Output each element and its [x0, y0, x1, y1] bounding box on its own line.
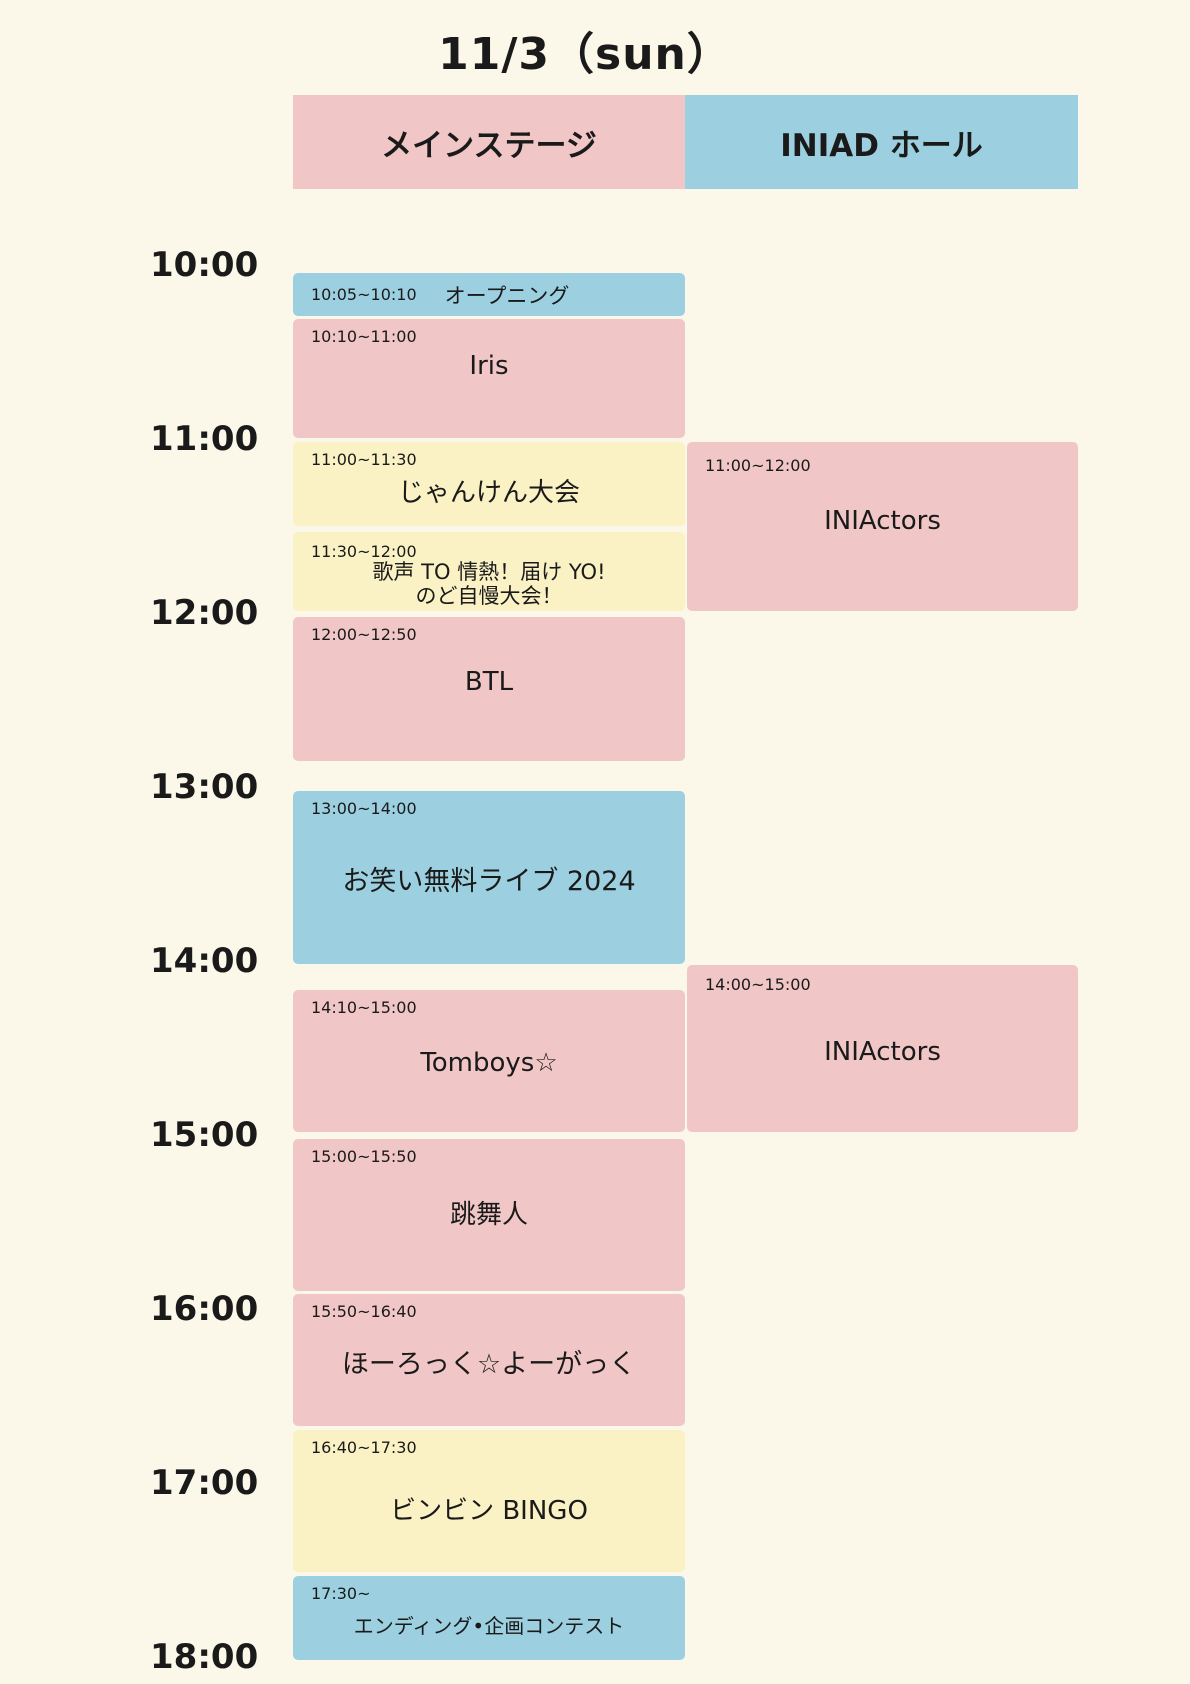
event-name: 跳舞人: [449, 1200, 528, 1230]
event-janken: 11:00~11:30 じゃんけん大会: [293, 442, 685, 526]
event-time: 12:00~12:50: [311, 625, 417, 644]
event-name: BTL: [464, 667, 514, 697]
event-time: 15:00~15:50: [311, 1147, 417, 1166]
event-name: エンディング•企画コンテスト: [353, 1614, 625, 1638]
stage-header-main: メインステージ: [293, 95, 685, 189]
hour-label: 12:00: [150, 593, 259, 633]
event-ending: 17:30~ エンディング•企画コンテスト: [293, 1576, 685, 1660]
hour-label: 13:00: [150, 767, 259, 807]
page-title: 11/3（sun）: [438, 29, 732, 80]
hour-label: 18:00: [150, 1637, 259, 1677]
event-iniactors-1: 11:00~12:00 INIActors: [687, 442, 1078, 611]
event-time: 11:00~11:30: [311, 450, 417, 469]
event-tomboys: 14:10~15:00 Tomboys☆: [293, 990, 685, 1132]
event-time: 11:30~12:00: [311, 542, 417, 561]
event-horokku: 15:50~16:40 ほーろっく☆よーがっく: [293, 1294, 685, 1426]
hour-label: 14:00: [150, 941, 259, 981]
event-name: INIActors: [824, 506, 941, 536]
hour-label: 17:00: [150, 1463, 259, 1503]
event-name: じゃんけん大会: [397, 478, 580, 508]
event-time: 14:10~15:00: [311, 998, 417, 1017]
hour-label: 16:00: [150, 1289, 259, 1329]
stage-header-iniad-hall: INIAD ホール: [685, 95, 1078, 189]
event-name: Tomboys☆: [420, 1048, 558, 1078]
event-time: 14:00~15:00: [705, 975, 811, 994]
event-iniactors-2: 14:00~15:00 INIActors: [687, 965, 1078, 1132]
hour-label: 15:00: [150, 1115, 259, 1155]
event-comedy-live: 13:00~14:00 お笑い無料ライブ 2024: [293, 791, 685, 964]
event-name: オープニング: [444, 283, 570, 308]
event-tiaowuren: 15:00~15:50 跳舞人: [293, 1139, 685, 1291]
event-name: ほーろっく☆よーがっく: [341, 1349, 637, 1380]
event-opening: 10:05~10:10 オープニング: [293, 273, 685, 316]
event-time: 15:50~16:40: [311, 1302, 417, 1321]
event-name: 歌声 TO 情熱！届け YO! のど自慢大会！: [372, 560, 606, 608]
event-karaoke: 11:30~12:00 歌声 TO 情熱！届け YO! のど自慢大会！: [293, 532, 685, 611]
event-time: 10:10~11:00: [311, 327, 417, 346]
event-btl: 12:00~12:50 BTL: [293, 617, 685, 761]
event-name: Iris: [469, 351, 509, 381]
event-time: 10:05~10:10: [311, 285, 417, 304]
hour-label: 11:00: [150, 419, 259, 459]
event-time: 16:40~17:30: [311, 1438, 417, 1457]
event-time: 17:30~: [311, 1584, 371, 1603]
event-bingo: 16:40~17:30 ビンビン BINGO: [293, 1430, 685, 1572]
event-name: INIActors: [824, 1037, 941, 1067]
hour-label: 10:00: [150, 245, 259, 285]
event-name: ビンビン BINGO: [390, 1496, 588, 1526]
event-iris: 10:10~11:00 Iris: [293, 319, 685, 438]
event-time: 13:00~14:00: [311, 799, 417, 818]
event-time: 11:00~12:00: [705, 456, 811, 475]
event-name: お笑い無料ライブ 2024: [342, 866, 636, 897]
